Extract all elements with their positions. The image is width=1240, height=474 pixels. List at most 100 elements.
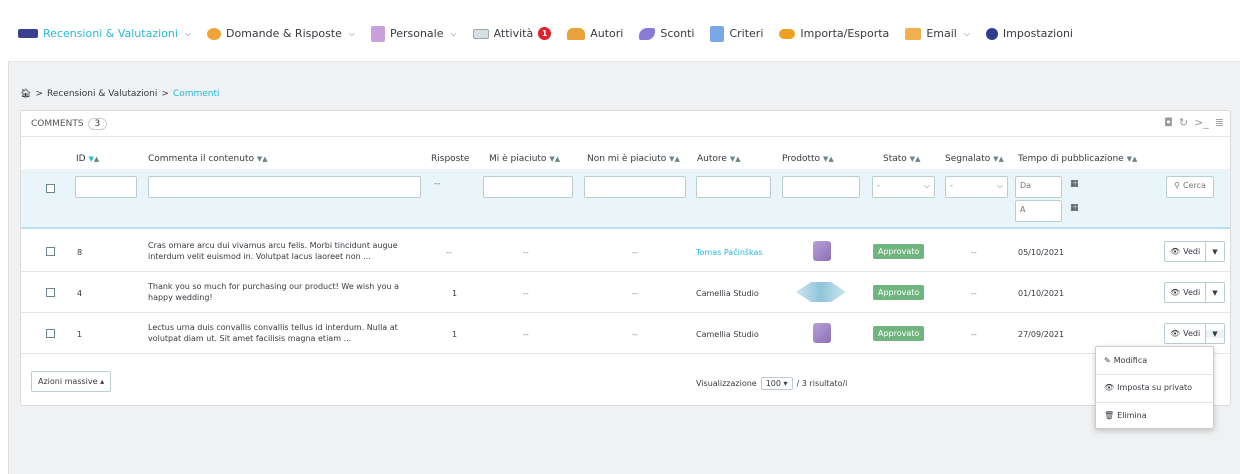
- filter-date-from[interactable]: Da: [1015, 176, 1062, 198]
- filter-product-input[interactable]: [782, 176, 860, 198]
- row-checkbox[interactable]: [46, 247, 55, 256]
- row-dislikes: --: [632, 248, 638, 257]
- actions-caret-icon[interactable]: ▼: [1206, 289, 1223, 297]
- nav-email[interactable]: Email ⌵: [905, 27, 970, 40]
- view-button[interactable]: 👁︎ Vedi: [1165, 283, 1207, 302]
- product-thumbnail[interactable]: [813, 323, 831, 343]
- filter-date-to[interactable]: A: [1015, 200, 1062, 222]
- header-product[interactable]: Prodotto ▼▲: [782, 154, 834, 164]
- filter-status-select[interactable]: - ⌵: [872, 176, 935, 198]
- nav-activity[interactable]: Attività 1: [472, 27, 552, 40]
- row-replies: 1: [452, 289, 458, 298]
- table-row[interactable]: 1 Lectus urna duis convallis convallis t…: [21, 313, 1230, 354]
- header-reported[interactable]: Segnalato ▼▲: [945, 154, 1004, 164]
- chevron-down-icon: ⌵: [184, 28, 191, 38]
- row-checkbox[interactable]: [46, 288, 55, 297]
- nav-import-export[interactable]: Importa/Esporta: [779, 27, 889, 40]
- reviews-icon: [18, 29, 38, 38]
- row-time: 05/10/2021: [1018, 248, 1065, 257]
- row-reported: --: [971, 289, 977, 298]
- sort-asc-icon[interactable]: ▲: [94, 155, 99, 163]
- header-author[interactable]: Autore ▼▲: [697, 154, 741, 164]
- view-label: Vedi: [1183, 329, 1201, 338]
- nav-criteria[interactable]: Criteri: [710, 25, 763, 42]
- header-content[interactable]: Commenta il contenuto ▼▲: [148, 154, 268, 164]
- view-button[interactable]: 👁︎ Vedi: [1165, 242, 1207, 261]
- home-icon[interactable]: 🏠︎: [20, 89, 31, 99]
- sort-asc-icon[interactable]: ▲: [1132, 155, 1137, 163]
- nav-reviews[interactable]: Recensioni & Valutazioni ⌵: [18, 27, 191, 40]
- nav-discounts[interactable]: Sconti: [639, 27, 694, 40]
- results-label: / 3 risultato/i: [796, 379, 848, 388]
- select-value: -: [877, 181, 880, 190]
- sort-asc-icon[interactable]: ▲: [262, 155, 267, 163]
- nav-staff[interactable]: Personale ⌵: [370, 25, 457, 42]
- nav-settings[interactable]: Impostazioni: [985, 27, 1073, 40]
- header-likes[interactable]: Mi è piaciuto ▼▲: [489, 154, 560, 164]
- header-id[interactable]: ID ▼▲: [76, 154, 99, 164]
- header-label: ID: [76, 154, 86, 164]
- filter-author-input[interactable]: [696, 176, 771, 198]
- table-row[interactable]: 4 Thank you so much for purchasing our p…: [21, 272, 1230, 313]
- sort-asc-icon[interactable]: ▲: [999, 155, 1004, 163]
- criteria-icon: [710, 25, 725, 42]
- breadcrumb-parent[interactable]: Recensioni & Valutazioni: [47, 89, 157, 99]
- view-button[interactable]: 👁︎ Vedi: [1165, 324, 1207, 343]
- sort-asc-icon[interactable]: ▲: [735, 155, 740, 163]
- menu-label: Imposta su privato: [1117, 383, 1193, 392]
- edit-menu-item[interactable]: ✎ Modifica: [1104, 356, 1147, 365]
- row-author-link[interactable]: Tomas Pačinškas: [696, 247, 763, 258]
- row-actions: 👁︎ Vedi ▼: [1164, 282, 1225, 303]
- nav-authors[interactable]: Autori: [567, 27, 623, 40]
- refresh-icon[interactable]: ↻: [1179, 116, 1188, 129]
- trash-icon: 🗑︎: [1104, 411, 1115, 420]
- view-label: Vedi: [1183, 288, 1201, 297]
- row-time: 27/09/2021: [1018, 330, 1065, 339]
- chevron-up-icon: ▴: [100, 377, 105, 386]
- filter-likes-input[interactable]: [483, 176, 573, 198]
- delete-menu-item[interactable]: 🗑︎ Elimina: [1104, 411, 1147, 420]
- bulk-actions-button[interactable]: Azioni massive ▴: [31, 371, 112, 392]
- settings-icon: [985, 27, 998, 40]
- comments-panel: COMMENTS 3 ◘ ↻ >_ ≣ ID ▼▲ Commenta il co…: [20, 110, 1231, 406]
- set-private-menu-item[interactable]: 👁︎ Imposta su privato: [1104, 383, 1192, 392]
- header-time[interactable]: Tempo di pubblicazione ▼▲: [1018, 154, 1137, 164]
- header-label: Prodotto: [782, 154, 821, 164]
- header-dislikes[interactable]: Non mi è piaciuto ▼▲: [587, 154, 680, 164]
- database-icon[interactable]: ≣: [1215, 116, 1224, 129]
- sort-asc-icon[interactable]: ▲: [915, 155, 920, 163]
- calendar-icon[interactable]: ▦: [1070, 179, 1079, 189]
- product-thumbnail[interactable]: [813, 241, 831, 261]
- row-checkbox[interactable]: [46, 329, 55, 338]
- filter-reported-select[interactable]: - ⌵: [945, 176, 1008, 198]
- calendar-icon[interactable]: ▦: [1070, 203, 1079, 213]
- per-page-select[interactable]: 100 ▾: [760, 377, 793, 390]
- header-replies: Risposte: [431, 154, 469, 164]
- filter-id-input[interactable]: [75, 176, 137, 198]
- actions-caret-icon[interactable]: ▼: [1206, 329, 1224, 338]
- actions-caret-icon[interactable]: ▼: [1206, 248, 1223, 256]
- menu-divider: [1096, 374, 1213, 375]
- select-all-checkbox[interactable]: [46, 184, 55, 193]
- sql-terminal-icon[interactable]: >_: [1194, 116, 1209, 129]
- nav-qa[interactable]: Domande & Risposte ⌵: [206, 27, 355, 40]
- export-icon[interactable]: ◘: [1164, 116, 1173, 129]
- header-status[interactable]: Stato ▼▲: [883, 154, 920, 164]
- table-row[interactable]: 8 Cras ornare arcu dui vivamus arcu feli…: [21, 231, 1230, 272]
- sort-asc-icon[interactable]: ▲: [828, 155, 833, 163]
- sort-asc-icon[interactable]: ▲: [555, 155, 560, 163]
- breadcrumb-current[interactable]: Commenti: [173, 89, 220, 99]
- search-button[interactable]: ⚲ Cerca: [1166, 176, 1214, 198]
- eye-icon: 👁︎: [1170, 247, 1181, 256]
- filter-content-input[interactable]: [148, 176, 421, 198]
- row-reported: --: [971, 330, 977, 339]
- comment-count-badge: 3: [87, 117, 108, 130]
- eye-slash-icon: 👁︎: [1104, 383, 1115, 392]
- filter-dislikes-input[interactable]: [584, 176, 686, 198]
- menu-label: Elimina: [1117, 411, 1147, 420]
- nav-label: Autori: [590, 27, 624, 40]
- qa-icon: [206, 27, 221, 40]
- product-thumbnail[interactable]: [796, 282, 846, 302]
- bulk-actions-label: Azioni massive: [38, 377, 98, 386]
- sort-asc-icon[interactable]: ▲: [675, 155, 680, 163]
